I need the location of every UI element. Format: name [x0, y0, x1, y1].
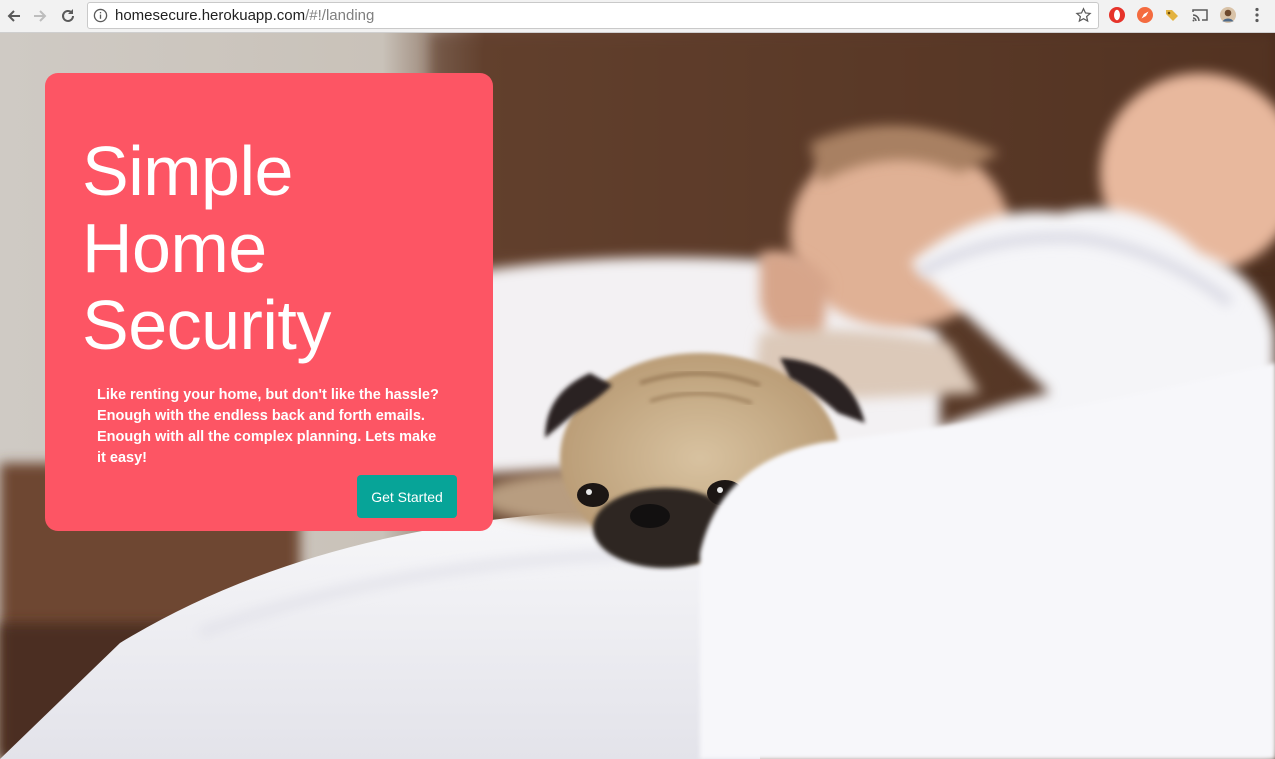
- url-text[interactable]: homesecure.herokuapp.com/#!/landing: [115, 8, 374, 24]
- cast-icon: [1192, 9, 1208, 22]
- profile-avatar-icon: [1220, 7, 1236, 23]
- cast-button[interactable]: [1191, 6, 1209, 24]
- back-arrow-icon: [7, 10, 20, 22]
- forward-arrow-icon: [34, 10, 47, 22]
- opera-extension-icon: [1109, 7, 1125, 23]
- compass-extension-icon: [1137, 7, 1153, 23]
- forward-button[interactable]: [29, 5, 51, 27]
- hero-card: Simple Home Security Like renting your h…: [45, 73, 493, 531]
- address-bar[interactable]: homesecure.herokuapp.com/#!/landing: [87, 2, 1099, 29]
- star-icon[interactable]: [1075, 7, 1092, 24]
- landing-page: Simple Home Security Like renting your h…: [0, 33, 1275, 759]
- url-host: homesecure.herokuapp.com: [115, 7, 306, 24]
- menu-button[interactable]: [1248, 6, 1266, 24]
- get-started-button[interactable]: Get Started: [357, 475, 457, 518]
- tag-extension-button[interactable]: [1163, 6, 1181, 24]
- hero-title-line-3: Security: [82, 286, 331, 364]
- reload-icon: [62, 9, 74, 22]
- compass-extension-button[interactable]: [1136, 6, 1154, 24]
- hero-title-line-1: Simple: [82, 132, 293, 210]
- tag-extension-icon: [1166, 10, 1178, 21]
- more-vertical-icon: [1255, 7, 1259, 23]
- info-icon[interactable]: [93, 8, 108, 23]
- hero-title: Simple Home Security: [82, 133, 462, 364]
- profile-button[interactable]: [1219, 6, 1237, 24]
- url-path: /#!/landing: [305, 7, 375, 24]
- hero-description: Like renting your home, but don't like t…: [97, 387, 439, 466]
- opera-extension-button[interactable]: [1108, 6, 1126, 24]
- back-button[interactable]: [3, 5, 25, 27]
- reload-button[interactable]: [57, 5, 79, 27]
- browser-toolbar: homesecure.herokuapp.com/#!/landing: [0, 0, 1275, 33]
- hero-title-line-2: Home: [82, 209, 267, 287]
